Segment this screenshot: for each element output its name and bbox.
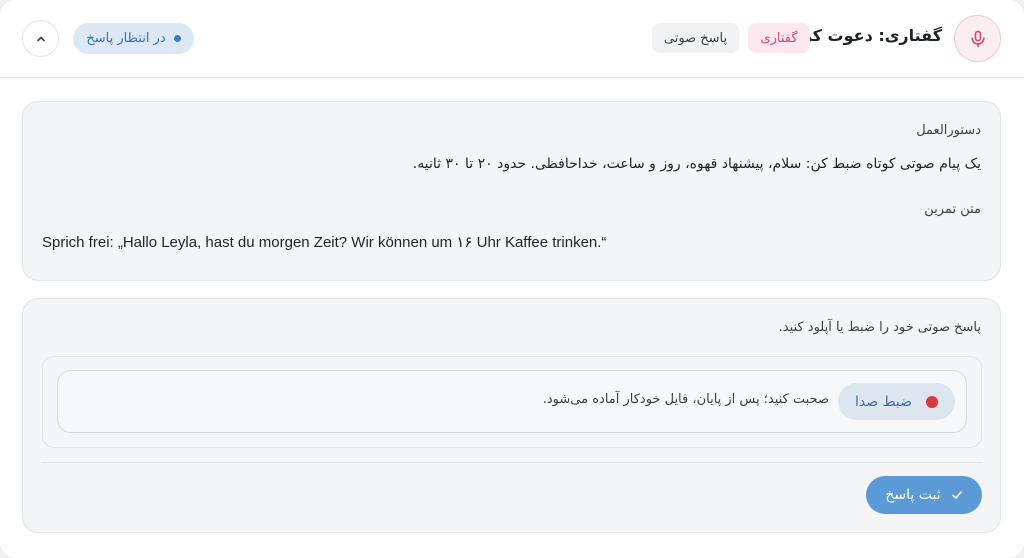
- answer-prompt: پاسخ صوتی خود را ضبط یا آپلود کنید.: [778, 320, 981, 335]
- instructions-panel: دستورالعمل یک پیام صوتی کوتاه ضبط کن: سل…: [22, 101, 1001, 281]
- record-label: ضبط صدا: [855, 393, 912, 410]
- mic-badge: [954, 15, 1001, 62]
- card-header: گفتاری: دعوت کردن گفتاری پاسخ صوتی در ان…: [0, 0, 1024, 78]
- status-badge: در انتظار پاسخ: [73, 23, 194, 54]
- microphone-icon: [970, 30, 985, 47]
- tag-speaking: گفتاری: [748, 23, 810, 53]
- check-icon: [951, 491, 962, 499]
- record-audio-button[interactable]: ضبط صدا: [838, 383, 955, 420]
- recorder-container: ضبط صدا صحبت کنید؛ پس از پایان، فایل خود…: [42, 356, 982, 448]
- chevron-up-icon: [36, 36, 45, 41]
- exercise-text: Sprich frei: „Hallo Leyla, hast du morge…: [42, 234, 607, 251]
- instructions-text: یک پیام صوتی کوتاه ضبط کن: سلام، پیشنهاد…: [412, 156, 981, 172]
- record-dot-icon: [926, 395, 938, 408]
- recorder-box: ضبط صدا صحبت کنید؛ پس از پایان، فایل خود…: [57, 370, 967, 433]
- status-text: در انتظار پاسخ: [86, 31, 166, 46]
- record-hint: صحبت کنید؛ پس از پایان، فایل خودکار آماد…: [542, 392, 829, 407]
- collapse-button[interactable]: [22, 20, 59, 57]
- status-dot-icon: [173, 35, 181, 42]
- submit-label: ثبت پاسخ: [885, 487, 941, 503]
- exercise-card: گفتاری: دعوت کردن گفتاری پاسخ صوتی در ان…: [0, 0, 1024, 558]
- exercise-label: متن تمرین: [924, 202, 981, 217]
- submit-answer-button[interactable]: ثبت پاسخ: [866, 476, 982, 514]
- divider: [42, 462, 982, 463]
- instructions-label: دستورالعمل: [916, 123, 981, 138]
- answer-panel: پاسخ صوتی خود را ضبط یا آپلود کنید. ضبط …: [22, 298, 1001, 533]
- tag-voice-answer: پاسخ صوتی: [652, 23, 739, 53]
